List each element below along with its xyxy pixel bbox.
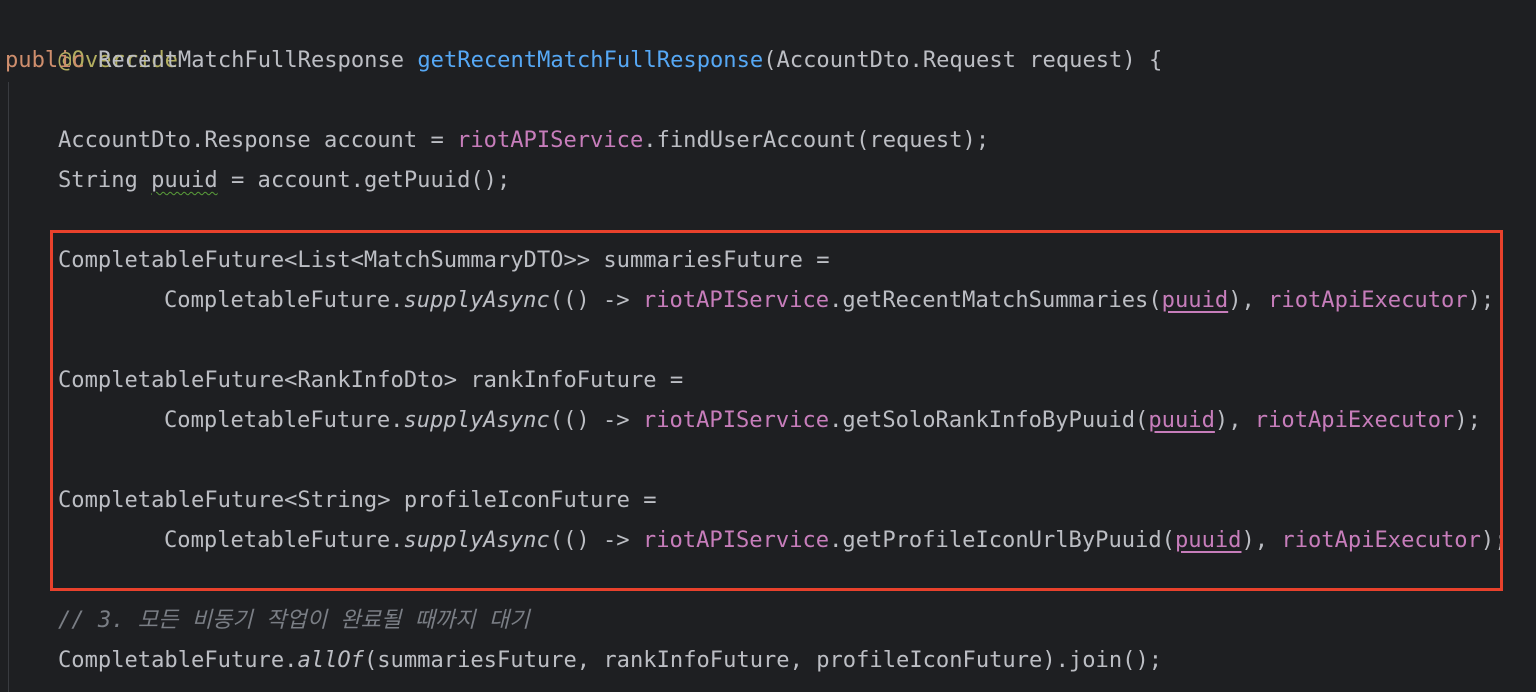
riot-api-executor-field: riotApiExecutor [1281, 527, 1481, 553]
get-puuid-call: = account.getPuuid(); [217, 167, 511, 193]
method-name: getRecentMatchFullResponse [417, 47, 764, 73]
wait-comment: // 3. 모든 비동기 작업이 완료될 때까지 대기 [58, 607, 530, 633]
completable-future-class: CompletableFuture. [58, 647, 298, 673]
puuid-variable: puuid [151, 167, 218, 193]
code-line-profile-decl: CompletableFuture<String> profileIconFut… [58, 480, 657, 520]
riot-api-service-field: riotAPIService [642, 527, 830, 553]
riot-api-executor-field: riotApiExecutor [1268, 287, 1468, 313]
riot-api-service-field: riotAPIService [457, 127, 644, 153]
method-params: (AccountDto.Request request) { [763, 47, 1163, 73]
supply-async-method: supplyAsync [403, 287, 550, 313]
string-type: String [58, 167, 152, 193]
code-line-summaries-decl: CompletableFuture<List<MatchSummaryDTO>>… [58, 240, 830, 280]
completable-future-class: CompletableFuture. [164, 527, 404, 553]
code-line-account: AccountDto.Response account = riotAPISer… [58, 120, 989, 160]
code-line-annotation: @Override [5, 0, 178, 73]
account-decl: AccountDto.Response account = [58, 127, 458, 153]
puuid-argument: puuid [1161, 287, 1229, 313]
riot-api-service-field: riotAPIService [642, 407, 830, 433]
code-line-profile-call: CompletableFuture.supplyAsync(() -> riot… [164, 520, 1508, 560]
get-recent-match-summaries-call: .getRecentMatchSummaries( [829, 287, 1162, 313]
get-profile-icon-url-call: .getProfileIconUrlByPuuid( [829, 527, 1175, 553]
completable-future-class: CompletableFuture. [164, 407, 404, 433]
statement-end: ); [1467, 287, 1495, 313]
lambda-start: (() -> [549, 407, 643, 433]
riot-api-executor-field: riotApiExecutor [1254, 407, 1455, 433]
rank-info-future-decl: CompletableFuture<RankInfoDto> rankInfoF… [58, 367, 684, 393]
argument-separator: ), [1241, 527, 1282, 553]
completable-future-class: CompletableFuture. [164, 287, 404, 313]
code-line-comment: // 3. 모든 비동기 작업이 완료될 때까지 대기 [58, 600, 530, 640]
public-keyword: public [5, 47, 85, 73]
code-line-puuid: String puuid = account.getPuuid(); [58, 160, 510, 200]
puuid-argument: puuid [1174, 527, 1242, 553]
code-line-summaries-call: CompletableFuture.supplyAsync(() -> riot… [164, 280, 1494, 320]
code-line-rank-decl: CompletableFuture<RankInfoDto> rankInfoF… [58, 360, 683, 400]
get-solo-rank-info-call: .getSoloRankInfoByPuuid( [829, 407, 1149, 433]
puuid-argument: puuid [1148, 407, 1215, 433]
code-line-rank-call: CompletableFuture.supplyAsync(() -> riot… [164, 400, 1481, 440]
code-editor[interactable]: @Override public RecentMatchFullResponse… [0, 0, 1536, 692]
lambda-start: (() -> [549, 527, 643, 553]
return-type: RecentMatchFullResponse [84, 47, 418, 73]
indent-guide [8, 82, 9, 692]
all-of-method: allOf [297, 647, 364, 673]
all-of-arguments: (summariesFuture, rankInfoFuture, profil… [363, 647, 1163, 673]
code-line-join: CompletableFuture.allOf(summariesFuture,… [58, 640, 1162, 680]
lambda-start: (() -> [549, 287, 643, 313]
supply-async-method: supplyAsync [403, 407, 550, 433]
summaries-future-decl: CompletableFuture<List<MatchSummaryDTO>>… [58, 247, 830, 273]
supply-async-method: supplyAsync [403, 527, 550, 553]
argument-separator: ), [1228, 287, 1269, 313]
code-line-method-signature: public RecentMatchFullResponse getRecent… [5, 40, 1162, 80]
argument-separator: ), [1214, 407, 1255, 433]
riot-api-service-field: riotAPIService [642, 287, 830, 313]
statement-end: ); [1480, 527, 1508, 553]
find-user-account-call: .findUserAccount(request); [643, 127, 990, 153]
statement-end: ); [1454, 407, 1481, 433]
profile-icon-future-decl: CompletableFuture<String> profileIconFut… [58, 487, 657, 513]
